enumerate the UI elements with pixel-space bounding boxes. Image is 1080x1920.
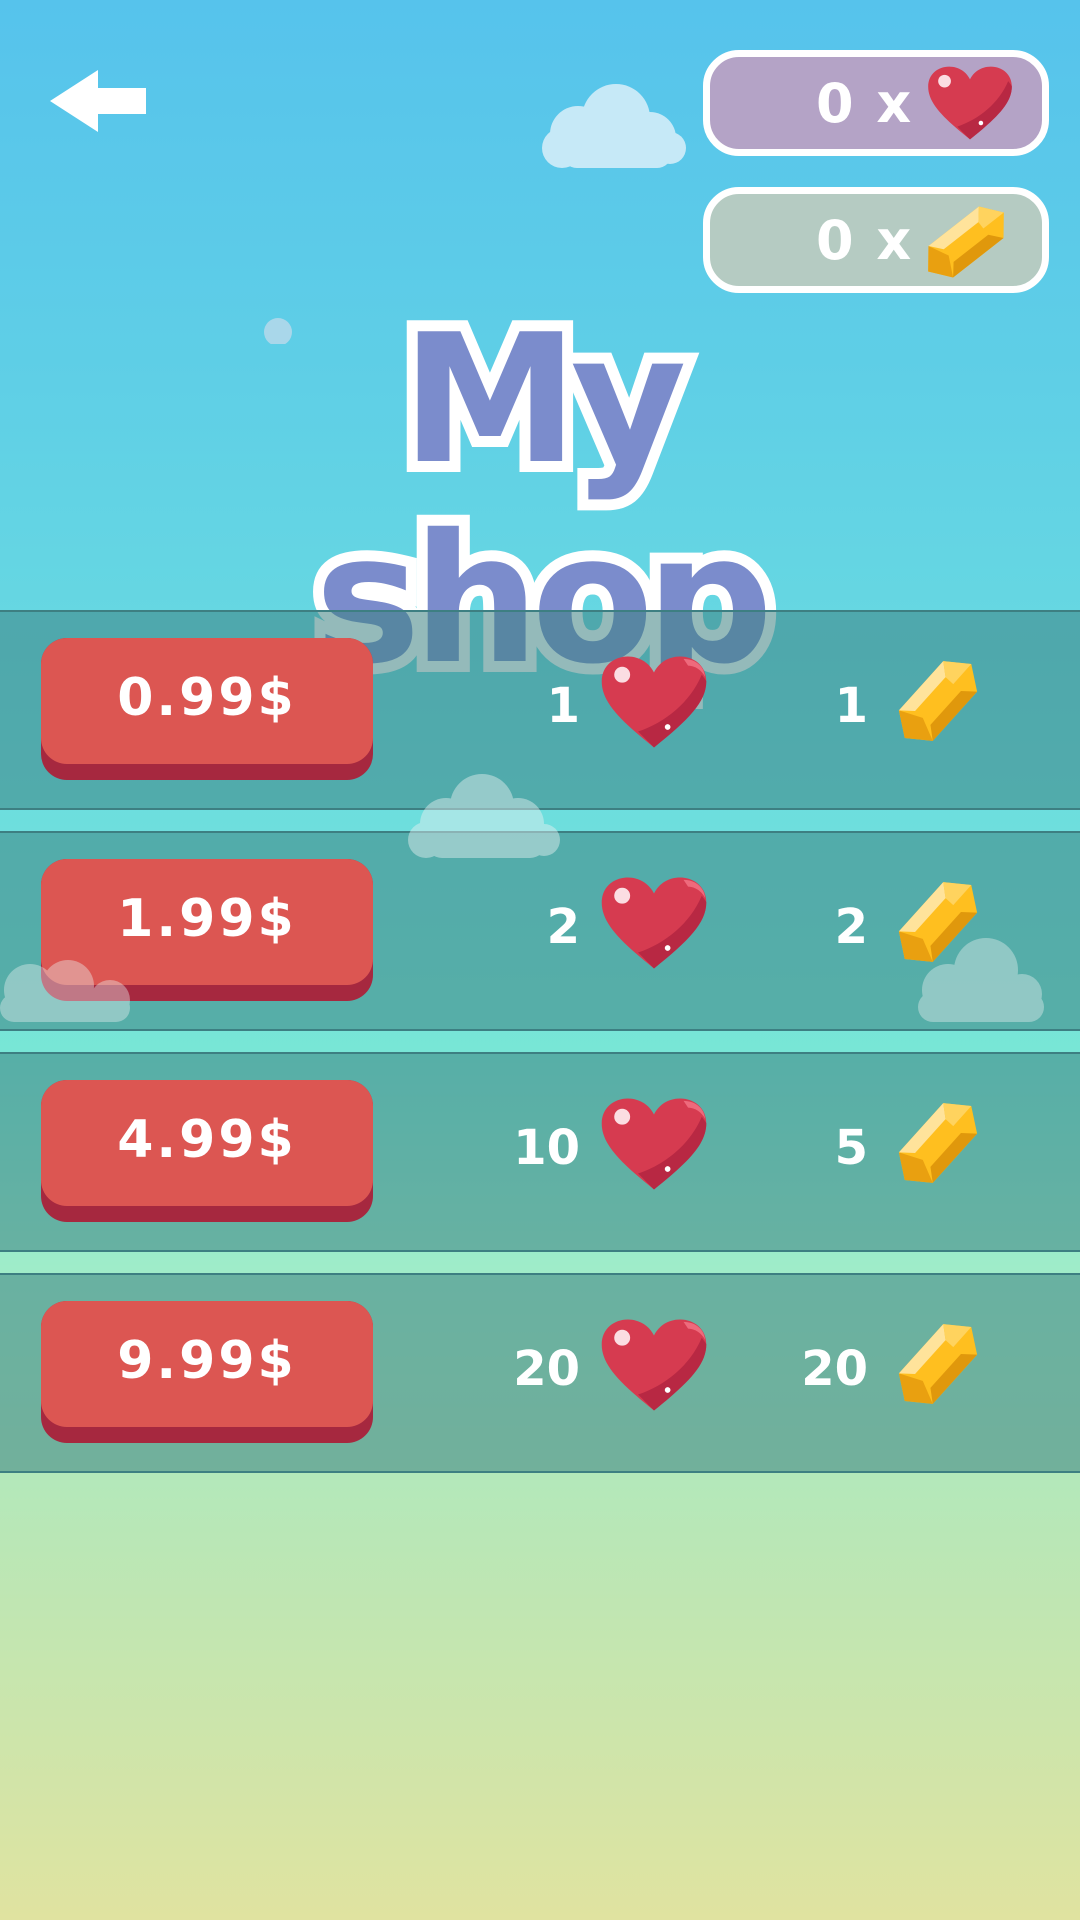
heart-icon: [601, 656, 707, 748]
cloud-decoration: [0, 960, 130, 1022]
buy-button[interactable]: 0.99$: [41, 638, 373, 780]
gem-icon: [898, 1103, 978, 1183]
back-button[interactable]: [46, 66, 150, 136]
shop-item-row: 4.99$ 10 5: [0, 1052, 1080, 1252]
price-label: 9.99$: [117, 1331, 297, 1391]
buy-button[interactable]: 9.99$: [41, 1301, 373, 1443]
gems-amount: 2: [834, 899, 868, 955]
hearts-amount: 1: [546, 678, 580, 734]
heart-icon: [928, 66, 1012, 140]
buy-button-face: 0.99$: [41, 638, 373, 764]
heart-icon: [601, 877, 707, 969]
gems-amount: 1: [834, 678, 868, 734]
gems-amount: 5: [834, 1120, 868, 1176]
buy-button-face: 4.99$: [41, 1080, 373, 1206]
shop-title-container: My shop: [170, 289, 910, 711]
heart-icon: [601, 1098, 707, 1190]
heart-icon: [601, 1319, 707, 1411]
back-arrow-icon: [50, 70, 146, 132]
price-label: 1.99$: [117, 889, 297, 949]
gem-icon: [898, 661, 978, 741]
cloud-decoration: [542, 84, 686, 168]
gems-counter: 0 x: [703, 187, 1049, 293]
hearts-amount: 20: [513, 1341, 580, 1397]
hearts-amount: 2: [546, 899, 580, 955]
shop-item-row: 9.99$ 20 20: [0, 1273, 1080, 1473]
gem-icon: [928, 206, 1004, 278]
hearts-amount: 10: [513, 1120, 580, 1176]
buy-button[interactable]: 4.99$: [41, 1080, 373, 1222]
gem-icon: [898, 1324, 978, 1404]
buy-button-face: 9.99$: [41, 1301, 373, 1427]
cloud-decoration: [918, 938, 1044, 1022]
price-label: 4.99$: [117, 1110, 297, 1170]
gems-count: 0 x: [816, 209, 914, 272]
gems-amount: 20: [801, 1341, 868, 1397]
price-label: 0.99$: [117, 668, 297, 728]
hearts-counter: 0 x: [703, 50, 1049, 156]
cloud-decoration: [408, 774, 560, 858]
hearts-count: 0 x: [816, 72, 914, 135]
